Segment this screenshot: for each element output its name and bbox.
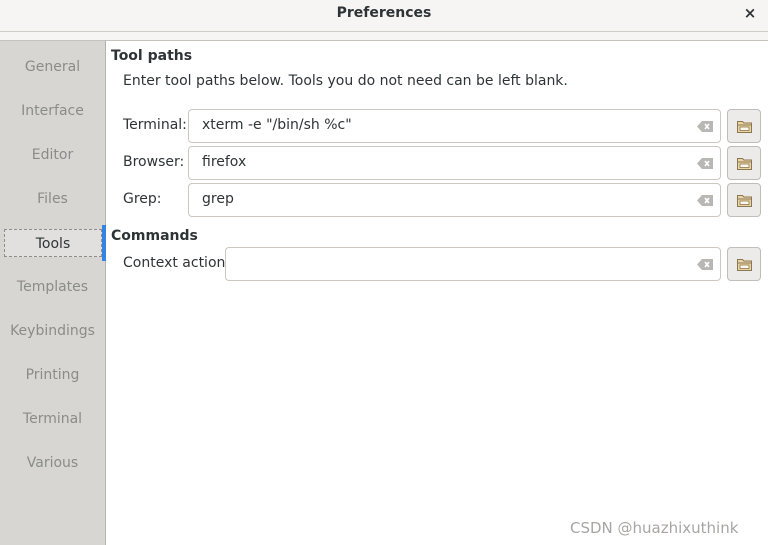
- browser-field[interactable]: firefox: [188, 146, 721, 180]
- tab-printing[interactable]: Printing: [0, 361, 105, 389]
- tab-keybindings[interactable]: Keybindings: [0, 317, 105, 345]
- terminal-browse-button[interactable]: [727, 109, 761, 143]
- browser-label: Browser:: [123, 154, 185, 170]
- tab-general[interactable]: General: [0, 53, 105, 81]
- tab-various[interactable]: Various: [0, 449, 105, 477]
- context-action-browse-button[interactable]: [727, 247, 761, 281]
- tab-templates[interactable]: Templates: [0, 273, 105, 301]
- clear-entry-icon[interactable]: [697, 121, 713, 132]
- context-action-field[interactable]: [225, 247, 721, 281]
- tab-terminal[interactable]: Terminal: [0, 405, 105, 433]
- browser-browse-button[interactable]: [727, 146, 761, 180]
- folder-icon: [737, 259, 752, 271]
- folder-icon: [737, 195, 752, 207]
- context-action-label: Context action:: [123, 255, 231, 271]
- tab-files[interactable]: Files: [0, 185, 105, 213]
- preferences-sidebar: General Interface Editor Files Tools Tem…: [0, 40, 106, 545]
- folder-icon: [737, 158, 752, 170]
- title-bar: Preferences ×: [0, 0, 768, 32]
- tools-page: Tool paths Enter tool paths below. Tools…: [106, 40, 768, 545]
- grep-browse-button[interactable]: [727, 183, 761, 217]
- window-title: Preferences: [336, 5, 432, 21]
- tool-paths-description: Enter tool paths below. Tools you do not…: [123, 73, 568, 89]
- browser-field-value: firefox: [202, 154, 247, 170]
- clear-entry-icon[interactable]: [697, 158, 713, 169]
- clear-entry-icon[interactable]: [697, 259, 713, 270]
- grep-field-value: grep: [202, 191, 234, 207]
- tool-paths-heading: Tool paths: [111, 48, 193, 64]
- close-button[interactable]: ×: [741, 4, 759, 22]
- grep-label: Grep:: [123, 191, 162, 207]
- terminal-field[interactable]: xterm -e "/bin/sh %c": [188, 109, 721, 143]
- terminal-label: Terminal:: [123, 117, 187, 133]
- watermark: CSDN @huazhixuthink: [570, 519, 739, 537]
- tab-tools[interactable]: Tools: [4, 229, 102, 257]
- commands-heading: Commands: [111, 228, 198, 244]
- tab-interface[interactable]: Interface: [0, 97, 105, 125]
- clear-entry-icon[interactable]: [697, 195, 713, 206]
- folder-icon: [737, 121, 752, 133]
- terminal-field-value: xterm -e "/bin/sh %c": [202, 117, 352, 133]
- tab-editor[interactable]: Editor: [0, 141, 105, 169]
- grep-field[interactable]: grep: [188, 183, 721, 217]
